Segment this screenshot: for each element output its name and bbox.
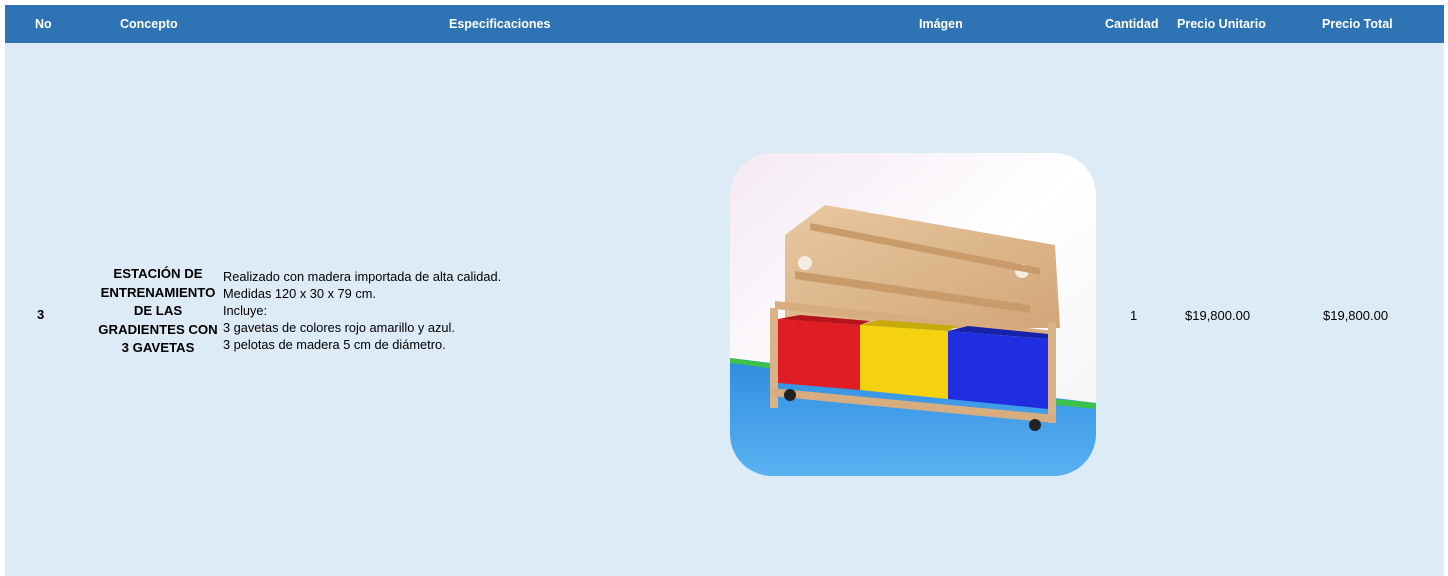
shelf-with-drawers-illustration xyxy=(730,153,1096,476)
header-especificaciones: Especificaciones xyxy=(449,17,551,31)
row-number: 3 xyxy=(37,307,45,322)
specifications-text: Realizado con madera importada de alta c… xyxy=(223,269,502,352)
table-header: No Concepto Especificaciones Imágen Cant… xyxy=(5,5,1444,43)
table-row: 3 ESTACIÓN DE ENTRENAMIENTO DE LAS GRADI… xyxy=(5,43,1444,576)
header-cantidad: Cantidad xyxy=(1105,17,1159,31)
header-concepto: Concepto xyxy=(120,17,178,31)
quantity-value: 1 xyxy=(1130,308,1138,323)
product-image xyxy=(730,153,1096,476)
header-no: No xyxy=(35,17,52,31)
unit-price-value: $19,800.00 xyxy=(1185,308,1251,323)
total-price-value: $19,800.00 xyxy=(1323,308,1389,323)
product-table: No Concepto Especificaciones Imágen Cant… xyxy=(5,5,1444,576)
concept-title: ESTACIÓN DE ENTRENAMIENTO DE LAS GRADIEN… xyxy=(98,266,218,355)
header-imagen: Imágen xyxy=(919,17,963,31)
header-precio-unitario: Precio Unitario xyxy=(1177,17,1266,31)
header-precio-total: Precio Total xyxy=(1322,17,1393,31)
